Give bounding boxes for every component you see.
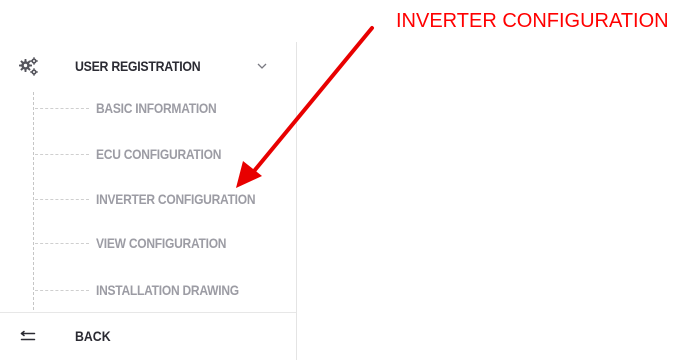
gears-icon <box>19 57 38 76</box>
sub-item-label: VIEW CONFIGURATION <box>96 235 227 251</box>
tree-branch <box>35 154 89 155</box>
page: INVERTER CONFIGURATION USER REGISTRATION… <box>0 0 692 360</box>
menu-user-registration[interactable]: USER REGISTRATION <box>0 42 296 92</box>
sub-item-view-configuration[interactable]: VIEW CONFIGURATION <box>33 229 296 259</box>
tree-branch <box>35 108 89 109</box>
sub-item-installation-drawing[interactable]: INSTALLATION DRAWING <box>33 276 296 306</box>
sub-item-label: INSTALLATION DRAWING <box>96 282 239 298</box>
sub-item-label: INVERTER CONFIGURATION <box>96 191 256 207</box>
back-icon <box>20 330 36 341</box>
sub-item-ecu-configuration[interactable]: ECU CONFIGURATION <box>33 140 296 170</box>
tree-branch <box>35 243 89 244</box>
chevron-down-icon[interactable] <box>256 61 268 71</box>
back-button[interactable]: BACK <box>0 313 296 360</box>
sub-item-label: ECU CONFIGURATION <box>96 146 222 162</box>
tree-branch <box>35 199 89 200</box>
sub-item-inverter-configuration[interactable]: INVERTER CONFIGURATION <box>33 185 296 215</box>
sub-item-basic-information[interactable]: BASIC INFORMATION <box>33 94 296 124</box>
sub-item-label: BASIC INFORMATION <box>96 100 217 116</box>
menu-user-registration-label: USER REGISTRATION <box>75 58 201 74</box>
sidebar-menu: USER REGISTRATION BASIC INFORMATION ECU … <box>0 42 297 360</box>
annotation-label: INVERTER CONFIGURATION <box>396 10 669 32</box>
back-label: BACK <box>75 328 111 344</box>
tree-branch <box>35 290 89 291</box>
